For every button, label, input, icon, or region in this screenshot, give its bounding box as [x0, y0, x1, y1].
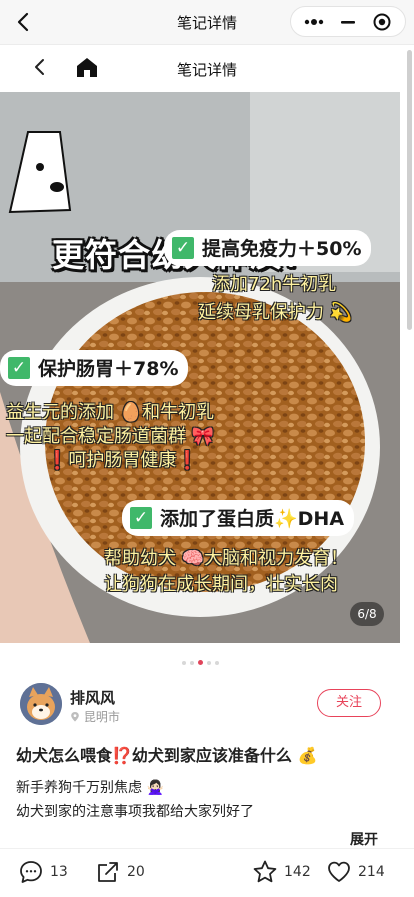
comment-button[interactable]: 13: [18, 859, 78, 885]
share-button[interactable]: 20: [95, 859, 155, 885]
caption-protein-2: 让狗狗在成长期间，壮实长肉: [104, 574, 338, 595]
benefit-immunity-label: 提高免疫力＋50%: [202, 238, 362, 260]
avatar[interactable]: [20, 683, 62, 725]
author-location: 昆明市: [70, 708, 120, 725]
comment-count: 13: [50, 864, 68, 880]
caption-gut-2: 一起配合稳定肠道菌群 🎀: [6, 426, 215, 447]
checkmark-icon: ✓: [170, 234, 196, 261]
post-title: 幼犬怎么喂食⁉️幼犬到家应该准备什么 💰: [16, 746, 318, 765]
post-body: 新手养狗千万别焦虑 🙅🏻‍♀️ 幼犬到家的注意事项我都给大家列好了: [16, 776, 254, 824]
checkmark-icon: ✓: [6, 354, 32, 381]
page-indicator-badge: 6/8: [350, 602, 384, 626]
caption-immunity-1: 添加72h牛初乳: [212, 274, 337, 295]
author-name[interactable]: 排风风: [70, 687, 115, 708]
star-count: 142: [284, 864, 311, 880]
like-count: 214: [358, 864, 385, 880]
minimize-icon[interactable]: [335, 14, 361, 30]
more-icon[interactable]: [301, 14, 327, 30]
follow-button[interactable]: 关注: [317, 689, 381, 717]
expand-button[interactable]: 展开: [350, 829, 378, 849]
mini-program-capsule: [290, 6, 406, 37]
mini-program-title-bar: 笔记详情: [0, 0, 414, 45]
carousel-dot[interactable]: [214, 660, 219, 665]
location-pin-icon: [71, 712, 79, 722]
caption-protein-1: 帮助幼犬 🧠大脑和视力发育！: [104, 548, 349, 569]
carousel-dot[interactable]: [181, 660, 186, 665]
carousel-dot[interactable]: [197, 660, 203, 665]
like-button[interactable]: 214: [326, 859, 396, 885]
carousel-dot[interactable]: [206, 660, 211, 665]
heart-icon: [328, 861, 350, 882]
author-location-text: 昆明市: [83, 710, 120, 724]
scrollbar[interactable]: [407, 50, 412, 330]
benefit-immunity-pill: ✓ 提高免疫力＋50%: [164, 230, 372, 266]
checkmark-icon: ✓: [128, 504, 154, 531]
author-row: 排风风 昆明市 关注: [20, 683, 400, 729]
share-count: 20: [127, 864, 145, 880]
post-body-line: 幼犬到家的注意事项我都给大家列好了: [16, 804, 254, 820]
benefit-gut-label: 保护肠胃＋78%: [38, 358, 179, 380]
note-image-carousel[interactable]: 更符合幼犬体质！ ✓提高免疫力＋50% 添加72h牛初乳 延续母乳保护力 💫 ✓…: [0, 92, 400, 643]
carousel-dots: [0, 652, 400, 665]
benefit-protein-pill: ✓ 添加了蛋白质✨DHA: [122, 500, 355, 536]
caption-gut-1: 益生元的添加 🥚和牛初乳: [6, 402, 215, 423]
post-body-line: 新手养狗千万别焦虑 🙅🏻‍♀️: [16, 780, 164, 796]
page-nav-bar: 笔记详情: [0, 45, 414, 91]
star-icon: [253, 860, 277, 883]
caption-gut-3: ❗️呵护肠胃健康❗️: [46, 450, 199, 471]
benefit-protein-label: 添加了蛋白质✨DHA: [160, 508, 345, 530]
close-target-icon[interactable]: [371, 12, 393, 32]
comment-icon: [20, 861, 42, 883]
share-icon: [98, 862, 118, 882]
bottom-action-bar: 13 20 142 214: [0, 848, 414, 897]
collect-button[interactable]: 142: [252, 859, 316, 885]
page-title: 笔记详情: [176, 61, 237, 79]
shiba-avatar-icon: [20, 683, 62, 725]
carousel-dot[interactable]: [189, 660, 194, 665]
benefit-gut-pill: ✓ 保护肠胃＋78%: [0, 350, 189, 386]
caption-immunity-2: 延续母乳保护力 💫: [198, 302, 353, 323]
